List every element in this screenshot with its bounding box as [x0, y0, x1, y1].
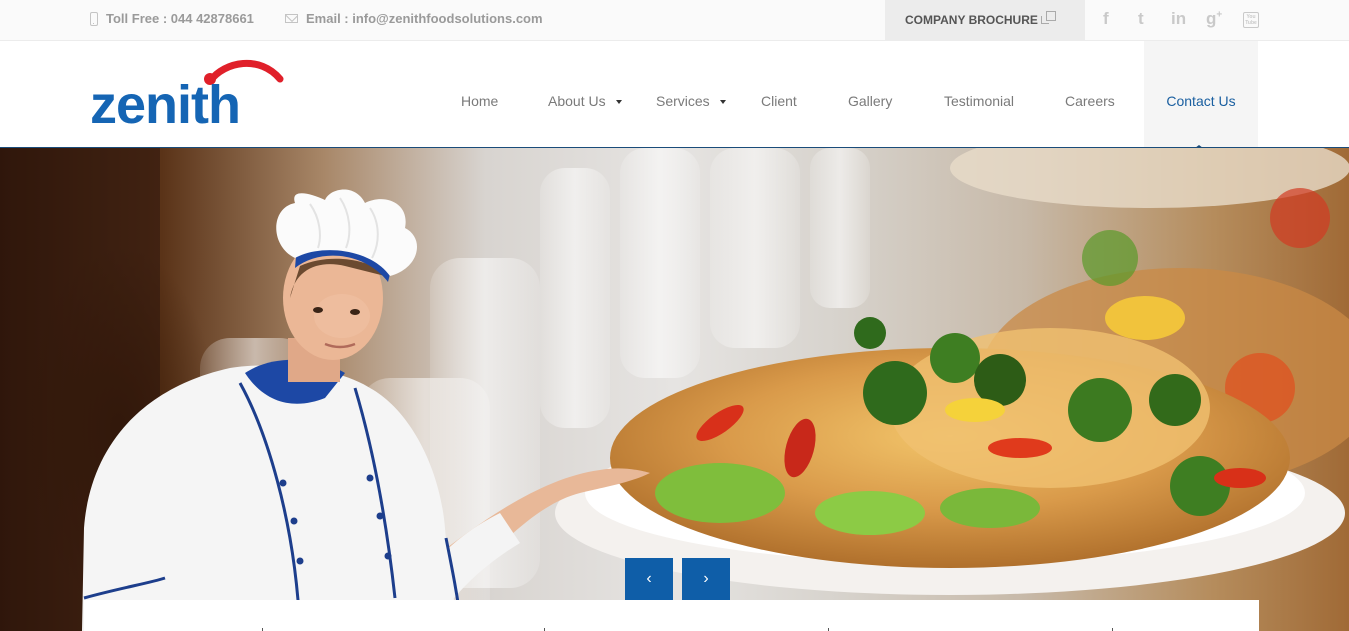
nav-testimonial[interactable]: Testimonial — [944, 41, 1014, 147]
twitter-icon[interactable]: t — [1138, 9, 1144, 29]
email-label[interactable]: Email : info@zenithfoodsolutions.com — [306, 11, 543, 26]
nav-client[interactable]: Client — [761, 41, 797, 147]
external-link-icon — [1040, 11, 1056, 24]
linkedin-icon[interactable]: in — [1171, 9, 1186, 29]
nav-services[interactable]: Services — [656, 41, 726, 147]
brochure-label: COMPANY BROCHURE — [905, 13, 1038, 27]
youtube-icon[interactable]: You Tube — [1243, 12, 1259, 28]
mail-icon — [285, 14, 298, 23]
phone-icon — [90, 11, 98, 26]
phone-contact: Toll Free : 044 42878661 — [90, 11, 254, 26]
phone-label: Toll Free : 044 42878661 — [106, 11, 254, 26]
google-plus-icon[interactable]: g+ — [1206, 9, 1222, 29]
chevron-right-icon: › — [703, 570, 709, 587]
slider-prev-button[interactable]: ‹ — [625, 558, 673, 600]
youtube-icon-text: You Tube — [1245, 14, 1257, 26]
hero-slider: ‹ › — [0, 148, 1349, 631]
chevron-left-icon: ‹ — [646, 570, 652, 587]
facebook-icon[interactable]: f — [1103, 9, 1109, 29]
nav-careers[interactable]: Careers — [1065, 41, 1115, 147]
nav-about-us[interactable]: About Us — [548, 41, 622, 147]
main-header: zenith Home About Us Services Client Gal… — [0, 41, 1349, 148]
slider-next-button[interactable]: › — [682, 558, 730, 600]
nav-contact-us[interactable]: Contact Us — [1144, 41, 1258, 147]
company-brochure-button[interactable]: COMPANY BROCHURE — [885, 0, 1085, 40]
nav-home[interactable]: Home — [461, 41, 498, 147]
caret-down-icon — [719, 100, 726, 105]
main-nav: Home About Us Services Client Gallery Te… — [0, 41, 1349, 147]
bottom-info-panel — [84, 600, 1259, 631]
top-bar: Toll Free : 044 42878661 Email : info@ze… — [0, 0, 1349, 41]
email-contact[interactable]: Email : info@zenithfoodsolutions.com — [285, 11, 543, 26]
hero-image — [0, 148, 1349, 631]
caret-down-icon — [615, 100, 622, 105]
nav-gallery[interactable]: Gallery — [848, 41, 892, 147]
